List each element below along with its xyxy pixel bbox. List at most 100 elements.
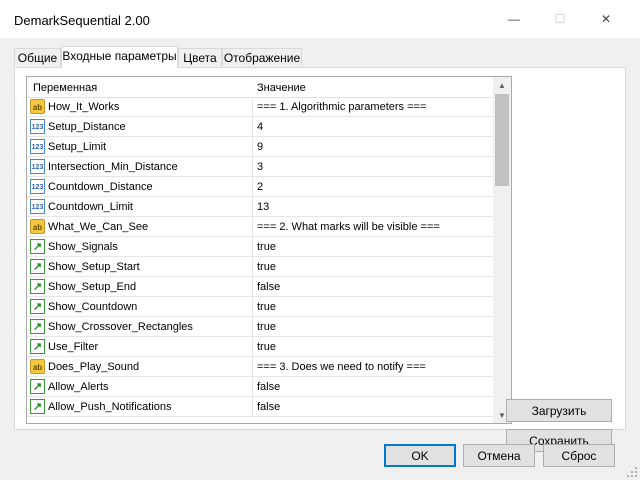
value-cell[interactable]: 13 (253, 197, 493, 216)
table-row[interactable]: 123 Setup_Distance 4 (27, 117, 493, 137)
variable-name: Show_Countdown (48, 301, 138, 313)
table-row[interactable]: 123 Countdown_Distance 2 (27, 177, 493, 197)
tab-display[interactable]: Отображение (222, 48, 302, 66)
table-row[interactable]: ↗ Show_Countdown true (27, 297, 493, 317)
variable-name: Show_Signals (48, 241, 118, 253)
value-cell[interactable]: false (253, 397, 493, 416)
variable-cell: 123 Intersection_Min_Distance (27, 157, 253, 176)
variable-name: Show_Crossover_Rectangles (48, 321, 193, 333)
boolean-type-icon: ↗ (30, 299, 45, 314)
grid-rows: ab How_It_Works === 1. Algorithmic paramet… (27, 97, 493, 417)
value-cell[interactable]: false (253, 277, 493, 296)
integer-type-icon: 123 (30, 139, 45, 154)
string-type-icon: ab (30, 219, 45, 234)
value-cell[interactable]: 2 (253, 177, 493, 196)
variable-cell: ↗ Show_Signals (27, 237, 253, 256)
scroll-thumb[interactable] (495, 94, 509, 186)
value-cell[interactable]: === 2. What marks will be visible === (253, 217, 493, 236)
boolean-type-icon: ↗ (30, 279, 45, 294)
header-variable: Переменная (33, 82, 98, 94)
scroll-up-icon[interactable]: ▲ (493, 77, 511, 93)
variable-cell: ↗ Show_Setup_End (27, 277, 253, 296)
boolean-type-icon: ↗ (30, 339, 45, 354)
table-row[interactable]: 123 Setup_Limit 9 (27, 137, 493, 157)
value-cell[interactable]: true (253, 257, 493, 276)
boolean-type-icon: ↗ (30, 399, 45, 414)
table-row[interactable]: ↗ Allow_Push_Notifications false (27, 397, 493, 417)
table-row[interactable]: ↗ Use_Filter true (27, 337, 493, 357)
vertical-scrollbar[interactable]: ▲ ▼ (493, 77, 511, 423)
table-row[interactable]: ↗ Show_Setup_Start true (27, 257, 493, 277)
ok-button[interactable]: OK (384, 444, 456, 467)
variable-value: true (257, 301, 276, 313)
tab-panel: Переменная Значение ab How_It_Works === 1.… (14, 67, 626, 452)
value-cell[interactable]: true (253, 297, 493, 316)
boolean-type-icon: ↗ (30, 379, 45, 394)
value-cell[interactable]: === 1. Algorithmic parameters === (253, 97, 493, 116)
variable-name: Setup_Limit (48, 141, 107, 153)
variable-cell: ab What_We_Can_See (27, 217, 253, 236)
variable-value: 4 (257, 121, 264, 133)
table-row[interactable]: 123 Intersection_Min_Distance 3 (27, 157, 493, 177)
variable-name: Setup_Distance (48, 121, 126, 133)
variable-value: === 3. Does we need to notify === (257, 361, 426, 373)
cancel-button[interactable]: Отмена (463, 444, 535, 467)
reset-button[interactable]: Сброс (543, 444, 615, 467)
resize-grip-icon[interactable] (626, 466, 638, 478)
variable-cell: ↗ Show_Countdown (27, 297, 253, 316)
variable-value: === 1. Algorithmic parameters === (257, 101, 427, 113)
dialog-client: Общие Входные параметры Цвета Отображени… (0, 38, 640, 480)
variable-cell: 123 Countdown_Distance (27, 177, 253, 196)
variable-name: Countdown_Limit (48, 201, 133, 213)
table-row[interactable]: ↗ Show_Signals true (27, 237, 493, 257)
variable-name: Use_Filter (48, 341, 99, 353)
minimize-icon: — (508, 12, 520, 26)
variable-value: false (257, 401, 281, 413)
close-icon: ✕ (600, 12, 612, 26)
value-cell[interactable]: true (253, 317, 493, 336)
variable-name: Allow_Alerts (48, 381, 109, 393)
table-row[interactable]: ab Does_Play_Sound === 3. Does we need to … (27, 357, 493, 377)
variable-name: Countdown_Distance (48, 181, 153, 193)
value-cell[interactable]: === 3. Does we need to notify === (253, 357, 493, 376)
value-cell[interactable]: false (253, 377, 493, 396)
integer-type-icon: 123 (30, 199, 45, 214)
variable-name: Intersection_Min_Distance (48, 161, 178, 173)
value-cell[interactable]: true (253, 237, 493, 256)
variable-name: Allow_Push_Notifications (48, 401, 172, 413)
table-row[interactable]: ↗ Allow_Alerts false (27, 377, 493, 397)
variable-cell: ab How_It_Works (27, 97, 253, 116)
window-title: DemarkSequential 2.00 (14, 13, 150, 28)
variable-value: 3 (257, 161, 264, 173)
value-cell[interactable]: 9 (253, 137, 493, 156)
table-row[interactable]: ab How_It_Works === 1. Algorithmic paramet… (27, 97, 493, 117)
table-row[interactable]: ↗ Show_Setup_End false (27, 277, 493, 297)
tab-general[interactable]: Общие (14, 48, 61, 66)
value-cell[interactable]: 4 (253, 117, 493, 136)
minimize-button[interactable]: — (492, 6, 536, 32)
variable-value: true (257, 321, 276, 333)
variable-cell: 123 Countdown_Limit (27, 197, 253, 216)
table-row[interactable]: ↗ Show_Crossover_Rectangles true (27, 317, 493, 337)
variable-value: 2 (257, 181, 264, 193)
load-button[interactable]: Загрузить (506, 399, 612, 422)
variable-cell: ↗ Show_Setup_Start (27, 257, 253, 276)
close-button[interactable]: ✕ (584, 6, 628, 32)
table-row[interactable]: ab What_We_Can_See === 2. What marks will … (27, 217, 493, 237)
variable-cell: 123 Setup_Limit (27, 137, 253, 156)
parameters-grid[interactable]: Переменная Значение ab How_It_Works === 1.… (26, 76, 512, 424)
boolean-type-icon: ↗ (30, 319, 45, 334)
integer-type-icon: 123 (30, 119, 45, 134)
table-row[interactable]: 123 Countdown_Limit 13 (27, 197, 493, 217)
boolean-type-icon: ↗ (30, 239, 45, 254)
boolean-type-icon: ↗ (30, 259, 45, 274)
value-cell[interactable]: true (253, 337, 493, 356)
tab-colors[interactable]: Цвета (178, 48, 222, 66)
tab-inputs[interactable]: Входные параметры (61, 46, 178, 68)
variable-value: 9 (257, 141, 264, 153)
variable-value: false (257, 381, 281, 393)
variable-name: Show_Setup_Start (48, 261, 140, 273)
value-cell[interactable]: 3 (253, 157, 493, 176)
variable-name: What_We_Can_See (48, 221, 149, 233)
variable-value: === 2. What marks will be visible === (257, 221, 440, 233)
